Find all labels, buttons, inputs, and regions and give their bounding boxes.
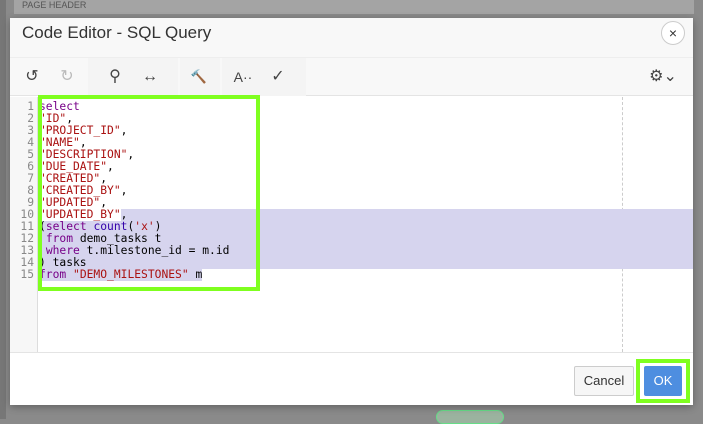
ok-button[interactable]: OK [644, 366, 682, 396]
editor-toolbar: ↺ ↻ ⚲ ↔ 🔨 A·· ✓ ⚙⌄ [10, 58, 693, 96]
line-number: 15 [20, 268, 34, 281]
hammer-icon[interactable]: 🔨 [187, 66, 211, 88]
settings-icon[interactable]: ⚙⌄ [646, 66, 680, 88]
cancel-button[interactable]: Cancel [574, 366, 634, 396]
code-editor-dialog: Code Editor - SQL Query × ↺ ↻ ⚲ ↔ 🔨 A·· … [10, 18, 693, 405]
undo-icon[interactable]: ↺ [20, 66, 44, 88]
line-gutter: 1 2 3 4 5 6 7 8 9 10 11 12 13 14 15 [10, 97, 38, 352]
dialog-header: Code Editor - SQL Query × [10, 18, 693, 58]
search-icon[interactable]: ⚲ [103, 66, 127, 88]
highlight-box [38, 95, 260, 291]
validate-icon[interactable]: ✓ [266, 66, 290, 88]
toolbar-group [88, 58, 178, 96]
dialog-title: Code Editor - SQL Query [22, 23, 212, 42]
close-icon[interactable]: × [661, 21, 685, 45]
background-pill [436, 410, 504, 424]
background-page-header: PAGE HEADER [14, 0, 694, 14]
ok-highlight: OK [636, 359, 690, 403]
redo-icon[interactable]: ↻ [55, 66, 79, 88]
replace-icon[interactable]: ↔ [138, 66, 162, 88]
font-size-icon[interactable]: A·· [228, 66, 258, 88]
background-edge [0, 0, 6, 419]
